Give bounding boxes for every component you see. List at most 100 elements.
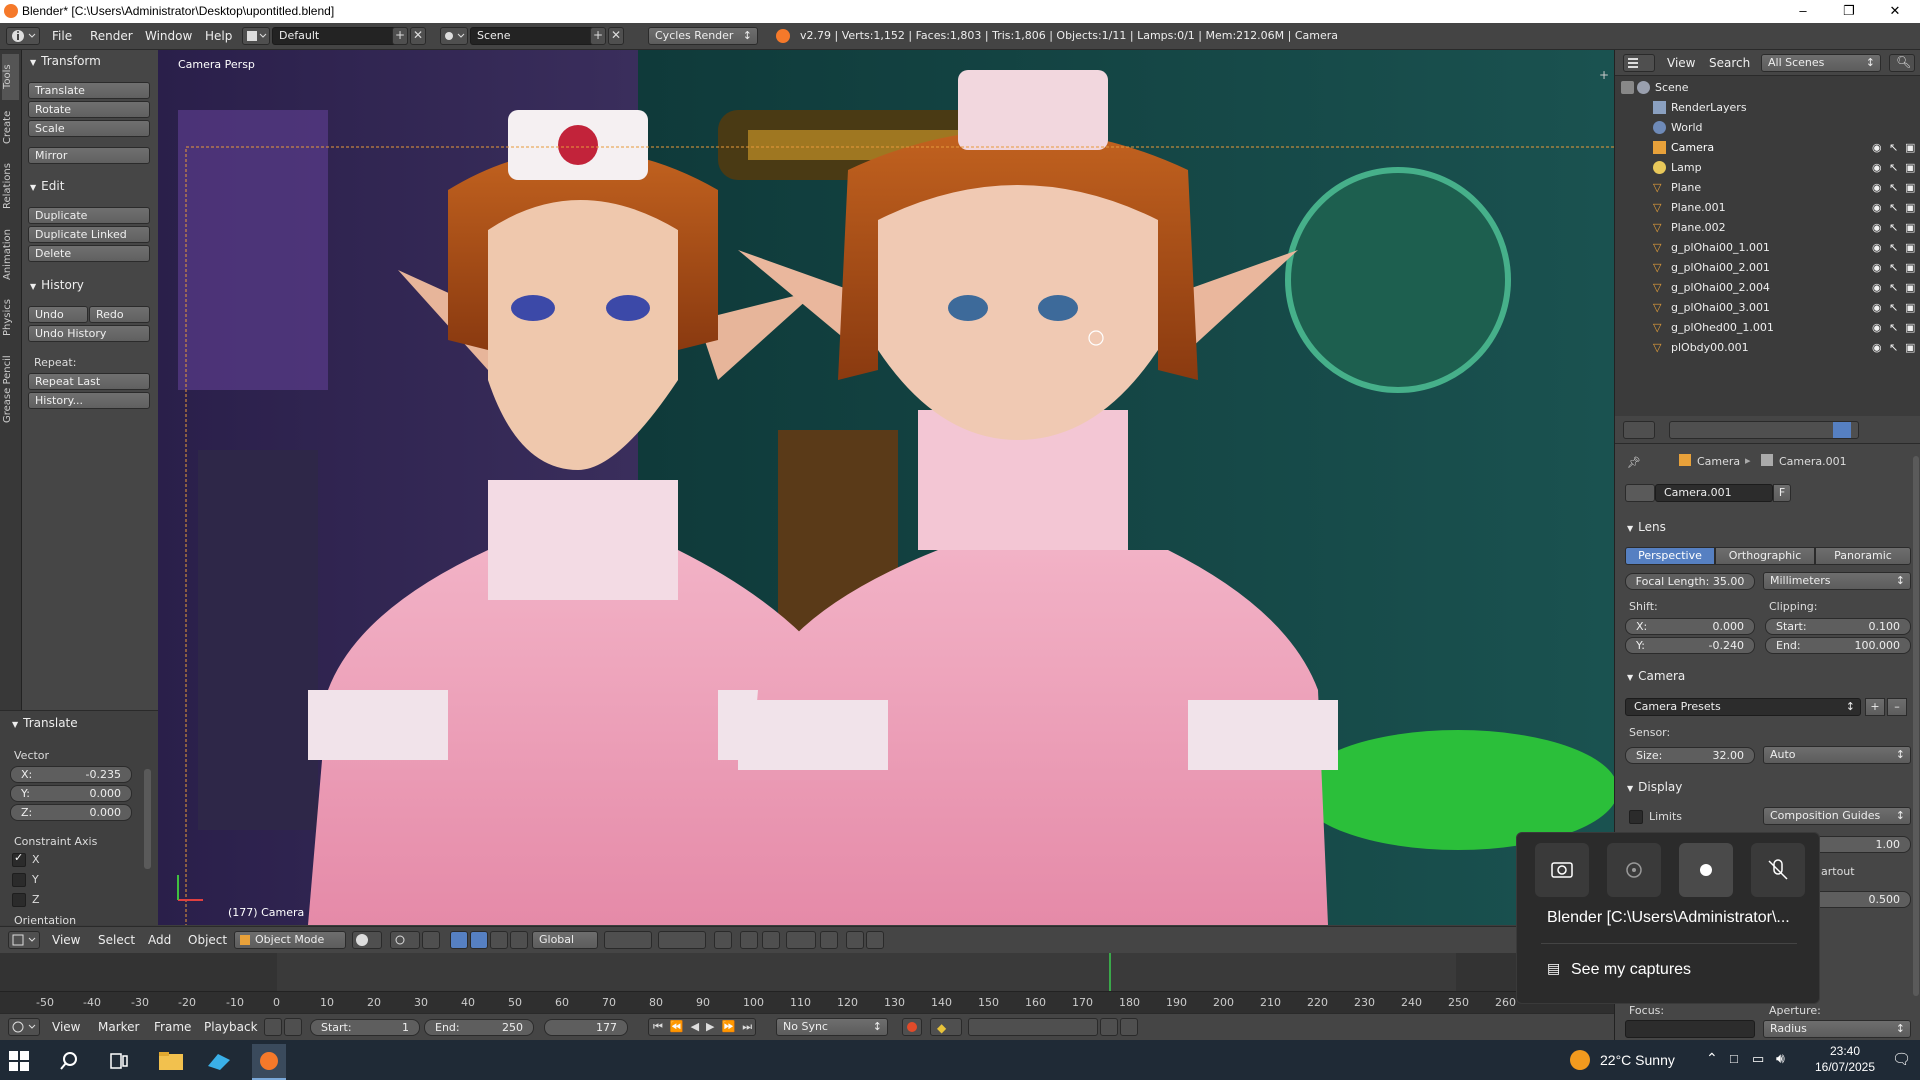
clock-date[interactable]: 16/07/2025: [1810, 1060, 1880, 1074]
outliner-row-mesh[interactable]: ▽ g_plOhed00_1.001 ◉ ↖ ▣: [1615, 318, 1920, 338]
renderable-camera-icon[interactable]: ▣: [1905, 261, 1917, 274]
visibility-eye-icon[interactable]: ◉: [1872, 161, 1885, 174]
add-screen-icon[interactable]: +: [392, 27, 408, 45]
operator-scrollbar[interactable]: [144, 769, 151, 869]
remove-scene-icon[interactable]: ✕: [608, 27, 624, 45]
tab-animation[interactable]: Animation: [2, 220, 19, 290]
minimize-button[interactable]: –: [1780, 0, 1826, 23]
render-animation-icon[interactable]: [866, 931, 884, 949]
delete-keyframe-icon[interactable]: [1120, 1018, 1138, 1036]
scene-field[interactable]: Scene: [470, 27, 600, 45]
properties-scrollbar[interactable]: [1913, 456, 1919, 996]
start-button[interactable]: [8, 1050, 30, 1072]
task-view-button[interactable]: [108, 1050, 130, 1072]
tl-menu-playback[interactable]: Playback: [204, 1020, 258, 1034]
selectable-arrow-icon[interactable]: ↖: [1889, 341, 1901, 354]
outliner-menu-search[interactable]: Search: [1709, 56, 1750, 70]
constraint-y-checkbox[interactable]: [12, 873, 26, 887]
file-explorer-button[interactable]: [156, 1046, 186, 1076]
mode-dropdown[interactable]: Object Mode: [234, 931, 346, 949]
menu-window[interactable]: Window: [145, 29, 192, 43]
rotate-button[interactable]: Rotate: [28, 101, 150, 118]
transform-orientation-dropdown[interactable]: Global: [532, 931, 598, 949]
sensor-size-field[interactable]: Size: 32.00: [1625, 747, 1755, 764]
notifications-icon[interactable]: 🗨︎: [1892, 1050, 1911, 1068]
tab-tools[interactable]: Tools: [2, 54, 19, 100]
vp-menu-add[interactable]: Add: [148, 933, 171, 947]
lens-panel-header[interactable]: Lens: [1627, 520, 1666, 534]
volume-icon[interactable]: 🔊︎: [1776, 1050, 1785, 1067]
composition-guides-dropdown[interactable]: Composition Guides ↕: [1763, 807, 1911, 825]
outliner-row-plane[interactable]: ▽ Plane ◉ ↖ ▣: [1615, 178, 1920, 198]
renderable-camera-icon[interactable]: ▣: [1905, 241, 1917, 254]
delete-button[interactable]: Delete: [28, 245, 150, 262]
current-frame-line[interactable]: [1108, 953, 1111, 991]
mirror-button[interactable]: Mirror: [28, 147, 150, 164]
lens-type-panoramic[interactable]: Panoramic: [1815, 547, 1911, 565]
timeline[interactable]: -50 -40 -30 -20 -10 0 10 20 30 40 50 60 …: [0, 953, 1614, 1013]
translate-button[interactable]: Translate: [28, 82, 150, 99]
pin-icon[interactable]: 📌︎: [1627, 456, 1641, 469]
renderable-camera-icon[interactable]: ▣: [1905, 161, 1917, 174]
visibility-eye-icon[interactable]: ◉: [1872, 301, 1885, 314]
sensor-fit-dropdown[interactable]: Auto ↕: [1763, 746, 1911, 764]
undo-button[interactable]: Undo: [28, 306, 88, 323]
renderable-camera-icon[interactable]: ▣: [1905, 281, 1917, 294]
clip-start-field[interactable]: Start: 0.100: [1765, 618, 1911, 635]
outliner-row-mesh[interactable]: ▽ plObdy00.001 ◉ ↖ ▣: [1615, 338, 1920, 358]
visibility-eye-icon[interactable]: ◉: [1872, 141, 1885, 154]
playback-controls[interactable]: ⏮⏪◀▶⏩⏭: [648, 1018, 756, 1036]
limits-checkbox[interactable]: [1629, 810, 1643, 824]
renderable-camera-icon[interactable]: ▣: [1905, 201, 1917, 214]
start-recording-button[interactable]: [1679, 843, 1733, 897]
occlude-geometry-icon[interactable]: [740, 931, 758, 949]
outliner-filter-dropdown[interactable]: All Scenes ↕: [1761, 54, 1881, 72]
snap-element-dropdown[interactable]: [786, 931, 816, 949]
outliner-row-mesh[interactable]: ▽ g_plOhai00_1.001 ◉ ↖ ▣: [1615, 238, 1920, 258]
proportional-toggle[interactable]: [422, 931, 440, 949]
expand-icon[interactable]: [1621, 81, 1634, 94]
outliner-row-lamp[interactable]: Lamp ◉ ↖ ▣: [1615, 158, 1920, 178]
selectable-arrow-icon[interactable]: ↖: [1889, 301, 1901, 314]
snap-toggle-icon[interactable]: [762, 931, 780, 949]
layers-row-2[interactable]: [658, 931, 706, 949]
aperture-type-dropdown[interactable]: Radius ↕: [1763, 1020, 1911, 1038]
undo-history-button[interactable]: Undo History: [28, 325, 150, 342]
timeline-ruler[interactable]: -50 -40 -30 -20 -10 0 10 20 30 40 50 60 …: [0, 991, 1614, 1013]
outliner-menu-view[interactable]: View: [1667, 56, 1695, 70]
clock-time[interactable]: 23:40: [1810, 1044, 1880, 1058]
tl-menu-marker[interactable]: Marker: [98, 1020, 139, 1034]
operator-title[interactable]: Translate: [12, 716, 78, 730]
tray-chevron-icon[interactable]: ⌃: [1706, 1050, 1718, 1067]
outliner-row-world[interactable]: World: [1615, 118, 1920, 138]
render-engine-dropdown[interactable]: Cycles Render ↕: [648, 27, 758, 45]
visibility-eye-icon[interactable]: ◉: [1872, 201, 1885, 214]
selectable-arrow-icon[interactable]: ↖: [1889, 321, 1901, 334]
renderable-camera-icon[interactable]: ▣: [1905, 341, 1917, 354]
opengl-render-icon[interactable]: [820, 931, 838, 949]
datablock-browse-button[interactable]: [1625, 484, 1655, 502]
visibility-eye-icon[interactable]: ◉: [1872, 321, 1885, 334]
clip-end-field[interactable]: End: 100.000: [1765, 637, 1911, 654]
properties-context-tabs[interactable]: [1669, 421, 1859, 439]
vector-y-field[interactable]: Y: 0.000: [10, 785, 132, 802]
tab-create[interactable]: Create: [2, 102, 19, 152]
repeat-last-button[interactable]: Repeat Last: [28, 373, 150, 390]
focal-length-field[interactable]: Focal Length: 35.00: [1625, 573, 1755, 590]
panel-transform-header[interactable]: Transform: [30, 54, 101, 68]
camera-presets-dropdown[interactable]: Camera Presets ↕: [1625, 698, 1861, 716]
vp-menu-object[interactable]: Object: [188, 933, 227, 947]
selectable-arrow-icon[interactable]: ↖: [1889, 241, 1901, 254]
translate-manipulator-icon[interactable]: [470, 931, 488, 949]
insert-keyframe-icon[interactable]: [1100, 1018, 1118, 1036]
datablock-name-field[interactable]: Camera.001: [1655, 484, 1773, 502]
scene-icon[interactable]: [440, 27, 468, 45]
visibility-eye-icon[interactable]: ◉: [1872, 341, 1885, 354]
active-keying-set-field[interactable]: [968, 1018, 1098, 1036]
remove-screen-icon[interactable]: ✕: [410, 27, 426, 45]
tab-grease-pencil[interactable]: Grease Pencil: [2, 346, 19, 432]
selectable-arrow-icon[interactable]: ↖: [1889, 221, 1901, 234]
editor-type-outliner-button[interactable]: [1623, 54, 1655, 72]
add-preset-button[interactable]: +: [1865, 698, 1885, 716]
lock-layers-icon[interactable]: [714, 931, 732, 949]
